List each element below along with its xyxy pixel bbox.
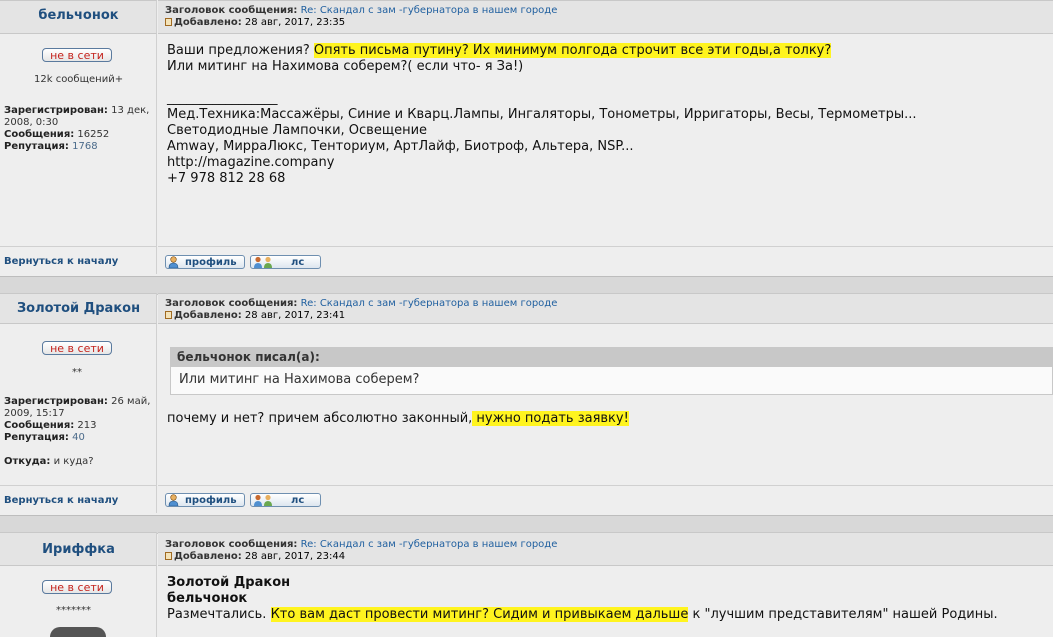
quoted-name: Золотой Дракон — [167, 575, 291, 590]
post-date: 28 авг, 2017, 23:44 — [244, 551, 346, 562]
added-label: Добавлено: — [174, 551, 242, 562]
subject-link[interactable]: Re: Скандал с зам -губернатора в нашем г… — [301, 298, 558, 309]
highlighted-text: Кто вам даст провести митинг? Сидим и пр… — [270, 607, 689, 622]
subject-label: Заголовок сообщения: — [165, 539, 298, 550]
user-icon — [168, 494, 179, 506]
author-cell: Ириффка — [0, 532, 157, 566]
back-to-top-link[interactable]: Вернуться к началу — [4, 256, 118, 267]
profile-button[interactable]: профиль — [165, 493, 245, 507]
signature-rule: _________________ — [167, 91, 278, 106]
post-icon — [165, 311, 172, 319]
quote-header: бельчонок писал(а): — [170, 347, 1053, 367]
user-rank: 12k сообщений+ — [34, 74, 124, 85]
post-3: Ириффка Заголовок сообщения: Re: Скандал… — [0, 532, 1053, 637]
action-bar: профиль лс — [158, 485, 1053, 513]
post-text: почему и нет? причем абсолютно законный,… — [167, 411, 629, 426]
profile-panel: не в сети ******* — [0, 566, 157, 637]
post-body: Ваши предложения? Опять письма путину? И… — [158, 34, 1053, 246]
reputation-link[interactable]: 40 — [72, 432, 85, 443]
subject-link[interactable]: Re: Скандал с зам -губернатора в нашем г… — [301, 539, 558, 550]
author-cell: Золотой Дракон — [0, 293, 157, 324]
action-bar: профиль лс — [158, 246, 1053, 274]
post-text: Золотой Дракон бельчонок Размечтались. К… — [167, 575, 998, 622]
post-header: Заголовок сообщения: Re: Скандал с зам -… — [158, 532, 1053, 566]
post-header: Заголовок сообщения: Re: Скандал с зам -… — [158, 0, 1053, 34]
added-label: Добавлено: — [174, 310, 242, 321]
profile-button[interactable]: профиль — [165, 255, 245, 269]
user-details: Зарегистрирован: 26 май, 2009, 15:17 Соо… — [4, 396, 151, 467]
signature-link[interactable]: http://magazine.company — [167, 155, 334, 170]
user-details: Зарегистрирован: 13 дек, 2008, 0:30 Сооб… — [4, 105, 150, 152]
reputation-link[interactable]: 1768 — [72, 141, 97, 152]
subject-label: Заголовок сообщения: — [165, 298, 298, 309]
profile-panel: не в сети 12k сообщений+ Зарегистрирован… — [0, 34, 157, 246]
user-rank: ** — [72, 367, 82, 378]
author-name[interactable]: Ириффка — [0, 542, 157, 557]
back-to-top-link[interactable]: Вернуться к началу — [4, 495, 118, 506]
private-message-button[interactable]: лс — [250, 255, 321, 269]
post-1: бельчонок Заголовок сообщения: Re: Сканд… — [0, 0, 1053, 276]
back-cell: Вернуться к началу — [0, 246, 157, 274]
user-icon — [168, 256, 179, 268]
post-text: Ваши предложения? Опять письма путину? И… — [167, 43, 917, 186]
private-message-button[interactable]: лс — [250, 493, 321, 507]
post-meta: Заголовок сообщения: Re: Скандал с зам -… — [165, 298, 557, 322]
post-icon — [165, 552, 172, 560]
post-body: Золотой Дракон бельчонок Размечтались. К… — [158, 566, 1053, 637]
user-rank: ******* — [56, 605, 91, 616]
post-icon — [165, 18, 172, 26]
author-name[interactable]: бельчонок — [0, 8, 157, 23]
added-label: Добавлено: — [174, 17, 242, 28]
profile-panel: не в сети ** Зарегистрирован: 26 май, 20… — [0, 324, 157, 485]
author-cell: бельчонок — [0, 0, 157, 34]
users-icon — [254, 494, 272, 506]
offline-status-badge: не в сети — [42, 48, 112, 62]
post-meta: Заголовок сообщения: Re: Скандал с зам -… — [165, 5, 557, 29]
author-name[interactable]: Золотой Дракон — [0, 301, 157, 316]
quote-text: Или митинг на Нахимова соберем? — [170, 367, 1053, 395]
users-icon — [254, 256, 272, 268]
post-date: 28 авг, 2017, 23:41 — [244, 310, 346, 321]
subject-link[interactable]: Re: Скандал с зам -губернатора в нашем г… — [301, 5, 558, 16]
post-header: Заголовок сообщения: Re: Скандал с зам -… — [158, 293, 1053, 324]
post-2: Золотой Дракон Заголовок сообщения: Re: … — [0, 293, 1053, 515]
subject-label: Заголовок сообщения: — [165, 5, 298, 16]
avatar — [50, 627, 106, 637]
quoted-name: бельчонок — [167, 591, 248, 606]
offline-status-badge: не в сети — [42, 580, 112, 594]
highlighted-text: нужно подать заявку! — [472, 411, 629, 426]
offline-status-badge: не в сети — [42, 341, 112, 355]
back-cell: Вернуться к началу — [0, 485, 157, 513]
highlighted-text: Опять письма путину? Их минимум полгода … — [313, 43, 832, 58]
post-date: 28 авг, 2017, 23:35 — [244, 17, 346, 28]
post-meta: Заголовок сообщения: Re: Скандал с зам -… — [165, 539, 557, 563]
